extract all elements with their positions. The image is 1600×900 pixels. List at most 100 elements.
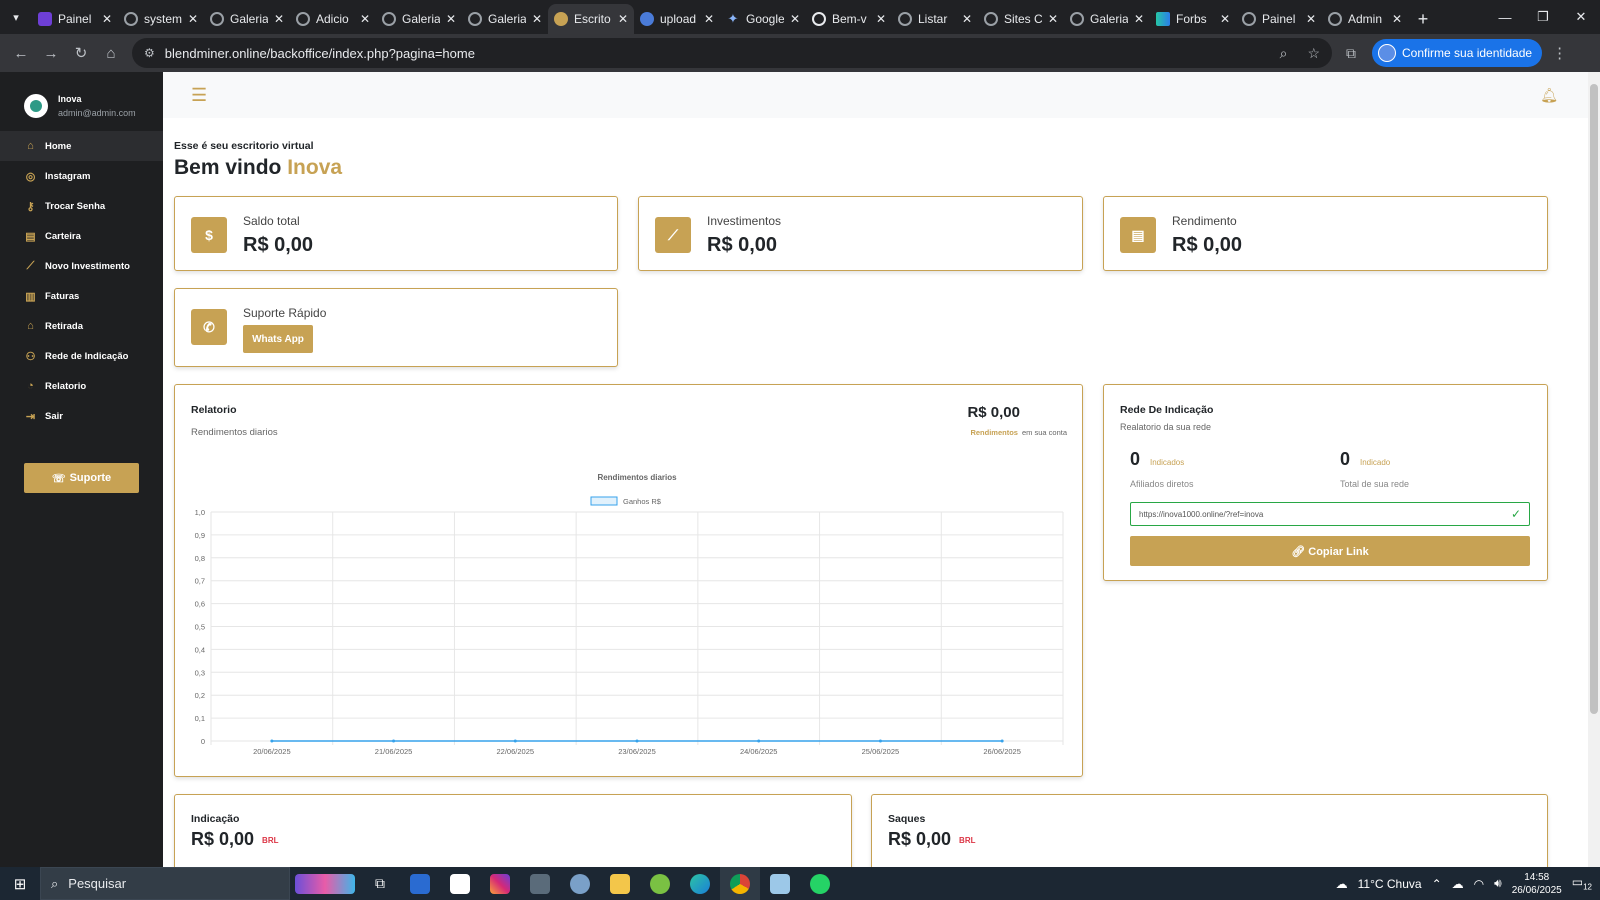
tab-close-icon[interactable]: ✕ bbox=[360, 12, 370, 26]
browser-tab[interactable]: Sites C ✕ bbox=[978, 4, 1064, 34]
zoom-icon[interactable]: ⌕ bbox=[1280, 45, 1288, 62]
sidebar-item-novo-investimento[interactable]: ⟋ Novo Investimento bbox=[0, 251, 163, 281]
browser-tab[interactable]: Painel ✕ bbox=[32, 4, 118, 34]
browser-menu-icon[interactable]: ⋮ bbox=[1552, 44, 1567, 62]
file-explorer-icon[interactable] bbox=[600, 867, 640, 900]
tab-close-icon[interactable]: ✕ bbox=[102, 12, 112, 26]
clock[interactable]: 14:58 26/06/2025 bbox=[1512, 871, 1562, 897]
sidebar-item-home[interactable]: ⌂ Home bbox=[0, 131, 163, 161]
money-icon: ▤ bbox=[1120, 217, 1156, 253]
chevron-up-icon[interactable]: ⌃ bbox=[1432, 877, 1442, 891]
sidebar-item-relatorio[interactable]: ◔ Relatorio bbox=[0, 371, 163, 401]
sidebar-item-retirada[interactable]: ⌂ Retirada bbox=[0, 311, 163, 341]
sidebar-item-instagram[interactable]: ◎ Instagram bbox=[0, 161, 163, 191]
scrollbar-thumb[interactable] bbox=[1590, 84, 1598, 714]
notification-center-icon[interactable]: ▭12 bbox=[1572, 875, 1592, 891]
tab-close-icon[interactable]: ✕ bbox=[1220, 12, 1230, 26]
wifi-icon[interactable]: ◠ bbox=[1474, 877, 1484, 891]
address-bar[interactable]: ⚙ blendminer.online/backoffice/index.php… bbox=[132, 38, 1332, 68]
referral-link-field[interactable]: https://inova1000.online/?ref=inova ✓ bbox=[1130, 502, 1530, 526]
browser-tab[interactable]: Escrito ✕ bbox=[548, 4, 634, 34]
tab-close-icon[interactable]: ✕ bbox=[1392, 12, 1402, 26]
taskbar-search[interactable]: ⌕ Pesquisar bbox=[40, 867, 290, 900]
browser-tab[interactable]: system ✕ bbox=[118, 4, 204, 34]
whatsapp-app-icon[interactable] bbox=[800, 867, 840, 900]
whatsapp-button[interactable]: Whats App bbox=[243, 325, 313, 353]
tab-close-icon[interactable]: ✕ bbox=[704, 12, 714, 26]
browser-tab[interactable]: ✦ Google ✕ bbox=[720, 4, 806, 34]
app-icon[interactable] bbox=[760, 867, 800, 900]
tab-favicon-icon bbox=[898, 12, 912, 26]
tab-close-icon[interactable]: ✕ bbox=[446, 12, 456, 26]
tab-close-icon[interactable]: ✕ bbox=[876, 12, 886, 26]
browser-tab[interactable]: Listar ✕ bbox=[892, 4, 978, 34]
tab-close-icon[interactable]: ✕ bbox=[188, 12, 198, 26]
new-tab-button[interactable]: + bbox=[1408, 4, 1438, 34]
capcut-icon[interactable] bbox=[440, 867, 480, 900]
tab-close-icon[interactable]: ✕ bbox=[274, 12, 284, 26]
headset-icon: ☏ bbox=[51, 472, 66, 485]
app-icon[interactable] bbox=[640, 867, 680, 900]
browser-tab[interactable]: Painel ✕ bbox=[1236, 4, 1322, 34]
back-icon[interactable]: ← bbox=[6, 38, 36, 68]
browser-tab[interactable]: Bem-v ✕ bbox=[806, 4, 892, 34]
data-point bbox=[757, 739, 761, 743]
hamburger-menu-icon[interactable]: ☰ bbox=[191, 85, 207, 106]
reload-icon[interactable]: ↻ bbox=[66, 38, 96, 68]
browser-tab[interactable]: Forbs ✕ bbox=[1150, 4, 1236, 34]
windows-start-icon[interactable]: ⊞ bbox=[0, 875, 40, 893]
tab-close-icon[interactable]: ✕ bbox=[532, 12, 542, 26]
task-view-icon[interactable]: ⧉ bbox=[360, 867, 400, 900]
calculator-icon[interactable] bbox=[520, 867, 560, 900]
weather-icon[interactable]: ☁ bbox=[1336, 877, 1348, 891]
extensions-icon[interactable]: ⧉ bbox=[1346, 45, 1356, 62]
url-text[interactable]: blendminer.online/backoffice/index.php?p… bbox=[165, 46, 1260, 61]
cloud-icon[interactable]: ☁ bbox=[1452, 877, 1464, 891]
site-info-icon[interactable]: ⚙ bbox=[144, 46, 155, 60]
instagram-app-icon[interactable] bbox=[480, 867, 520, 900]
support-button[interactable]: ☏ Suporte bbox=[24, 463, 139, 493]
tab-search-button[interactable]: ▾ bbox=[0, 0, 32, 34]
referral-link-text[interactable]: https://inova1000.online/?ref=inova bbox=[1139, 510, 1263, 519]
y-tick-label: 0,9 bbox=[195, 531, 205, 540]
app-icon[interactable] bbox=[400, 867, 440, 900]
forward-icon[interactable]: → bbox=[36, 38, 66, 68]
sidebar-item-carteira[interactable]: ▤ Carteira bbox=[0, 221, 163, 251]
browser-tab[interactable]: Galeria ✕ bbox=[462, 4, 548, 34]
sidebar-item-faturas[interactable]: ▥ Faturas bbox=[0, 281, 163, 311]
bookmark-star-icon[interactable]: ☆ bbox=[1307, 45, 1320, 62]
sidebar-item-sair[interactable]: ⇥ Sair bbox=[0, 401, 163, 431]
close-window-icon[interactable]: ✕ bbox=[1562, 0, 1600, 34]
tab-close-icon[interactable]: ✕ bbox=[1306, 12, 1316, 26]
browser-tab[interactable]: Admin ✕ bbox=[1322, 4, 1408, 34]
chrome-icon[interactable] bbox=[720, 867, 760, 900]
tab-favicon-icon bbox=[1070, 12, 1084, 26]
page-scrollbar[interactable] bbox=[1588, 72, 1600, 867]
browser-tab[interactable]: Adicio ✕ bbox=[290, 4, 376, 34]
tab-close-icon[interactable]: ✕ bbox=[790, 12, 800, 26]
browser-tab[interactable]: upload ✕ bbox=[634, 4, 720, 34]
minimize-icon[interactable]: — bbox=[1486, 0, 1524, 34]
tab-close-icon[interactable]: ✕ bbox=[962, 12, 972, 26]
weather-text[interactable]: 11°C Chuva bbox=[1358, 877, 1422, 891]
sidebar-item-rede-de-indica-o[interactable]: ⚇ Rede de Indicação bbox=[0, 341, 163, 371]
logout-icon: ⇥ bbox=[25, 410, 36, 423]
tab-favicon-icon bbox=[1328, 12, 1342, 26]
widget-icon[interactable] bbox=[290, 867, 360, 900]
restore-icon[interactable]: ❐ bbox=[1524, 0, 1562, 34]
sidebar-item-trocar-senha[interactable]: ⚷ Trocar Senha bbox=[0, 191, 163, 221]
app-icon[interactable] bbox=[560, 867, 600, 900]
tab-close-icon[interactable]: ✕ bbox=[618, 12, 628, 26]
identity-button[interactable]: Confirme sua identidade bbox=[1372, 39, 1543, 67]
volume-icon[interactable]: 🔊︎ bbox=[1494, 876, 1502, 891]
notification-bell-icon[interactable]: 🔔︎ bbox=[1540, 87, 1558, 104]
browser-tab[interactable]: Galeria ✕ bbox=[204, 4, 290, 34]
edge-icon[interactable] bbox=[680, 867, 720, 900]
copy-link-button[interactable]: 🔗︎ Copiar Link bbox=[1130, 536, 1530, 566]
sidebar-item-label: Faturas bbox=[45, 290, 80, 302]
tab-close-icon[interactable]: ✕ bbox=[1048, 12, 1058, 26]
browser-tab[interactable]: Galeria ✕ bbox=[1064, 4, 1150, 34]
browser-tab[interactable]: Galeria ✕ bbox=[376, 4, 462, 34]
home-browser-icon[interactable]: ⌂ bbox=[96, 38, 126, 68]
tab-close-icon[interactable]: ✕ bbox=[1134, 12, 1144, 26]
